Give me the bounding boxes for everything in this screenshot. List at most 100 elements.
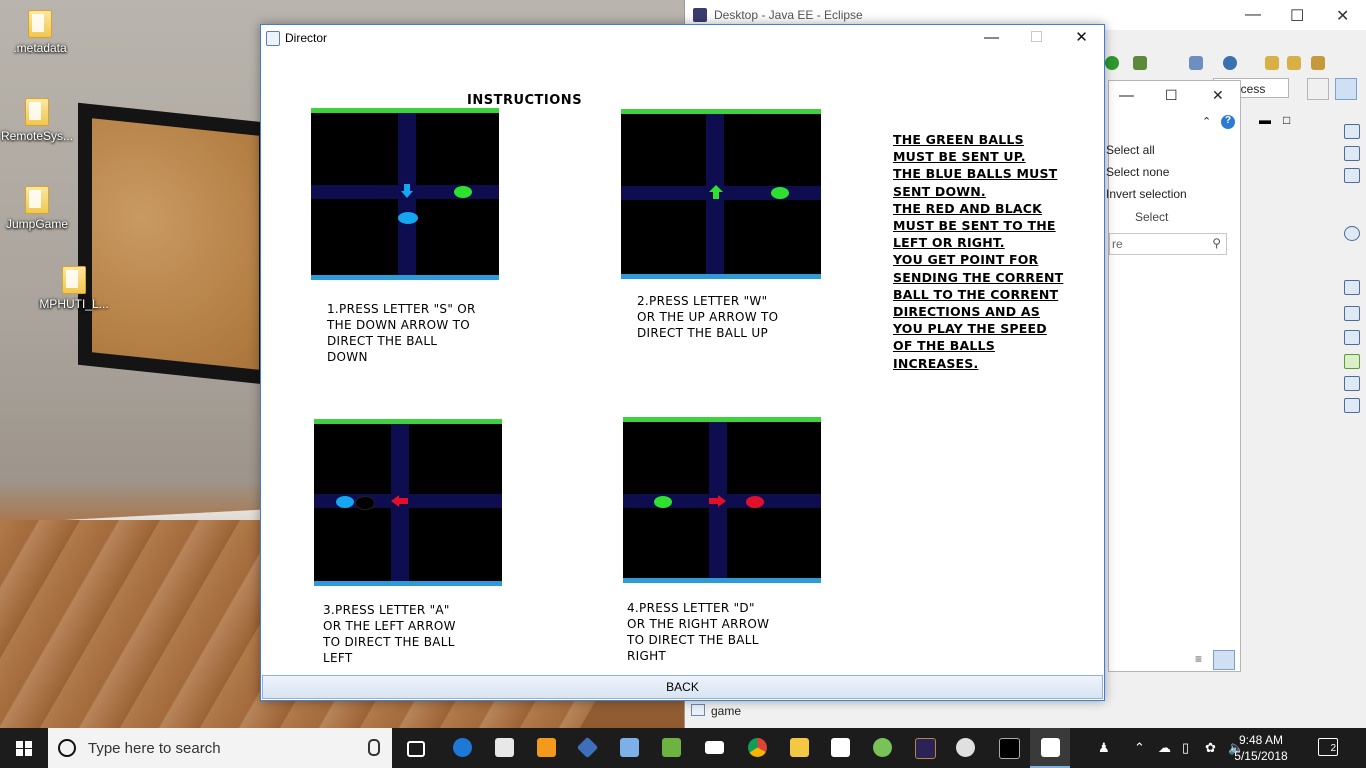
close-button[interactable]: ✕ (1059, 25, 1104, 51)
help-icon[interactable]: ? (1221, 115, 1235, 129)
desktop-icon-metadata[interactable]: .metadata (0, 10, 80, 55)
restore-view-icon[interactable] (1213, 650, 1235, 670)
palette-icon[interactable] (1344, 226, 1360, 241)
minimize-icon[interactable]: — (1245, 6, 1261, 24)
instructions-heading: INSTRUCTIONS (467, 93, 583, 108)
rules-line: YOU PLAY THE SPEED (893, 321, 1047, 337)
folder-icon (28, 10, 52, 38)
example-down-image (311, 108, 499, 280)
rules-line: INCREASES. (893, 355, 979, 371)
problems-icon[interactable] (1344, 280, 1360, 295)
onedrive-icon[interactable]: ☁ (1158, 740, 1171, 756)
folder-icon (62, 266, 86, 294)
chart-icon (662, 738, 681, 757)
outline-icon[interactable] (1344, 124, 1360, 139)
caption-line: 1.PRESS LETTER "S" OR (327, 302, 476, 316)
taskbar-search-box[interactable]: Type here to search (48, 728, 392, 768)
taskbar-eclipse[interactable] (904, 728, 944, 768)
run-icon[interactable] (1105, 56, 1119, 70)
perspective-icon[interactable] (1307, 78, 1329, 100)
maximize-icon[interactable]: ☐ (1290, 6, 1304, 26)
taskbar-edge[interactable] (442, 728, 482, 768)
right-toolbar-rail (1337, 80, 1365, 420)
cork-surface (92, 118, 259, 370)
taskbar-store[interactable] (484, 728, 524, 768)
close-icon[interactable]: ✕ (1336, 6, 1349, 26)
taskbar-clock[interactable]: 9:48 AM 5/15/2018 (1229, 732, 1293, 764)
store-icon (495, 738, 514, 757)
search-tools-icon[interactable] (1311, 56, 1325, 70)
taskbar-media[interactable] (526, 728, 566, 768)
external-tools-icon[interactable] (1223, 56, 1237, 70)
taskbar-sticky[interactable] (820, 728, 860, 768)
chevron-up-icon[interactable]: ⌃ (1202, 115, 1211, 128)
taskbar-cmd[interactable] (988, 728, 1028, 768)
caption-line: OR THE UP ARROW TO (637, 310, 779, 324)
director-window[interactable]: Director — ☐ ✕ INSTRUCTIONS 1.PRESS LETT… (260, 24, 1105, 701)
filter-input[interactable]: re ⚲ (1109, 233, 1227, 255)
console-icon[interactable] (1344, 398, 1360, 413)
taskbar-3d[interactable] (609, 728, 649, 768)
taskbar-mail[interactable] (694, 728, 734, 768)
close-icon[interactable]: ✕ (1212, 87, 1224, 104)
taskbar-explorer[interactable] (779, 728, 819, 768)
select-all-item[interactable]: Select all (1106, 143, 1155, 157)
people-icon[interactable]: ♟ (1098, 740, 1110, 756)
caption-right: 4.PRESS LETTER "D" OR THE RIGHT ARROW TO… (627, 600, 769, 664)
wifi-icon[interactable]: ✿ (1205, 740, 1216, 756)
servers-icon[interactable] (1344, 306, 1360, 321)
eclipse-icon (915, 738, 936, 759)
taskbar-android[interactable] (862, 728, 902, 768)
rules-line: OF THE BALLS (893, 338, 995, 354)
view-minimize-icon[interactable]: ▬ (1259, 113, 1271, 127)
task-list-icon[interactable] (1344, 146, 1360, 161)
minimize-button[interactable]: — (969, 25, 1014, 51)
project-tree-item[interactable]: game (691, 704, 741, 718)
taskbar-chrome[interactable] (737, 728, 777, 768)
sticky-notes-icon (831, 738, 850, 757)
battery-icon[interactable]: ▯ (1182, 740, 1189, 756)
open-type-icon[interactable] (1287, 56, 1301, 70)
minimize-icon[interactable]: — (1119, 87, 1134, 104)
caption-line: OR THE LEFT ARROW (323, 619, 456, 633)
microphone-icon[interactable] (368, 739, 380, 756)
rules-line: THE BLUE BALLS MUST (893, 166, 1058, 182)
caption-left: 3.PRESS LETTER "A" OR THE LEFT ARROW TO … (323, 602, 456, 666)
desktop-icon-mphuti[interactable]: MPHUTI_L... (34, 266, 114, 311)
taskbar-virtualbox[interactable] (567, 728, 607, 768)
snippets-icon[interactable] (1344, 376, 1360, 391)
desktop-icon-label: JumpGame (5, 217, 69, 231)
maximize-icon[interactable]: ☐ (1165, 87, 1178, 104)
java-icon (1041, 738, 1060, 757)
open-folder-icon[interactable] (1265, 56, 1279, 70)
action-center-button[interactable]: 2 (1318, 738, 1338, 756)
task-view-button[interactable] (396, 728, 436, 768)
taskbar-java[interactable] (1030, 728, 1070, 768)
caption-line: OR THE RIGHT ARROW (627, 617, 770, 631)
debug-icon[interactable] (1133, 56, 1147, 70)
chevron-up-icon[interactable]: ⌃ (1134, 740, 1145, 756)
markers-icon[interactable] (1344, 168, 1360, 183)
caption-line: THE DOWN ARROW TO (327, 318, 470, 332)
taskbar-chart-app[interactable] (651, 728, 691, 768)
media-player-icon (537, 738, 556, 757)
taskbar-paint[interactable] (945, 728, 985, 768)
desktop-icon-jumpgame[interactable]: JumpGame (0, 186, 77, 231)
back-button[interactable]: BACK (262, 675, 1103, 699)
select-section-label: Select (1135, 210, 1169, 224)
data-source-icon[interactable] (1344, 354, 1360, 369)
start-button[interactable] (0, 728, 48, 768)
new-server-icon[interactable] (1189, 56, 1203, 70)
caption-line: TO DIRECT THE BALL (627, 633, 759, 647)
rules-line: SENDING THE CORRENT (893, 269, 1064, 285)
invert-selection-item[interactable]: Invert selection (1106, 187, 1187, 201)
list-view-icon[interactable]: ≡ (1195, 652, 1202, 666)
caption-up: 2.PRESS LETTER "W" OR THE UP ARROW TO DI… (637, 293, 778, 337)
example-up-image (621, 109, 821, 279)
mail-icon (705, 741, 724, 754)
select-none-item[interactable]: Select none (1106, 165, 1169, 179)
rules-line: SENT DOWN. (893, 183, 986, 199)
desktop-icon-remotesys[interactable]: RemoteSys... (0, 98, 77, 143)
properties-icon[interactable] (1344, 330, 1360, 345)
view-maximize-icon[interactable]: □ (1283, 113, 1290, 127)
